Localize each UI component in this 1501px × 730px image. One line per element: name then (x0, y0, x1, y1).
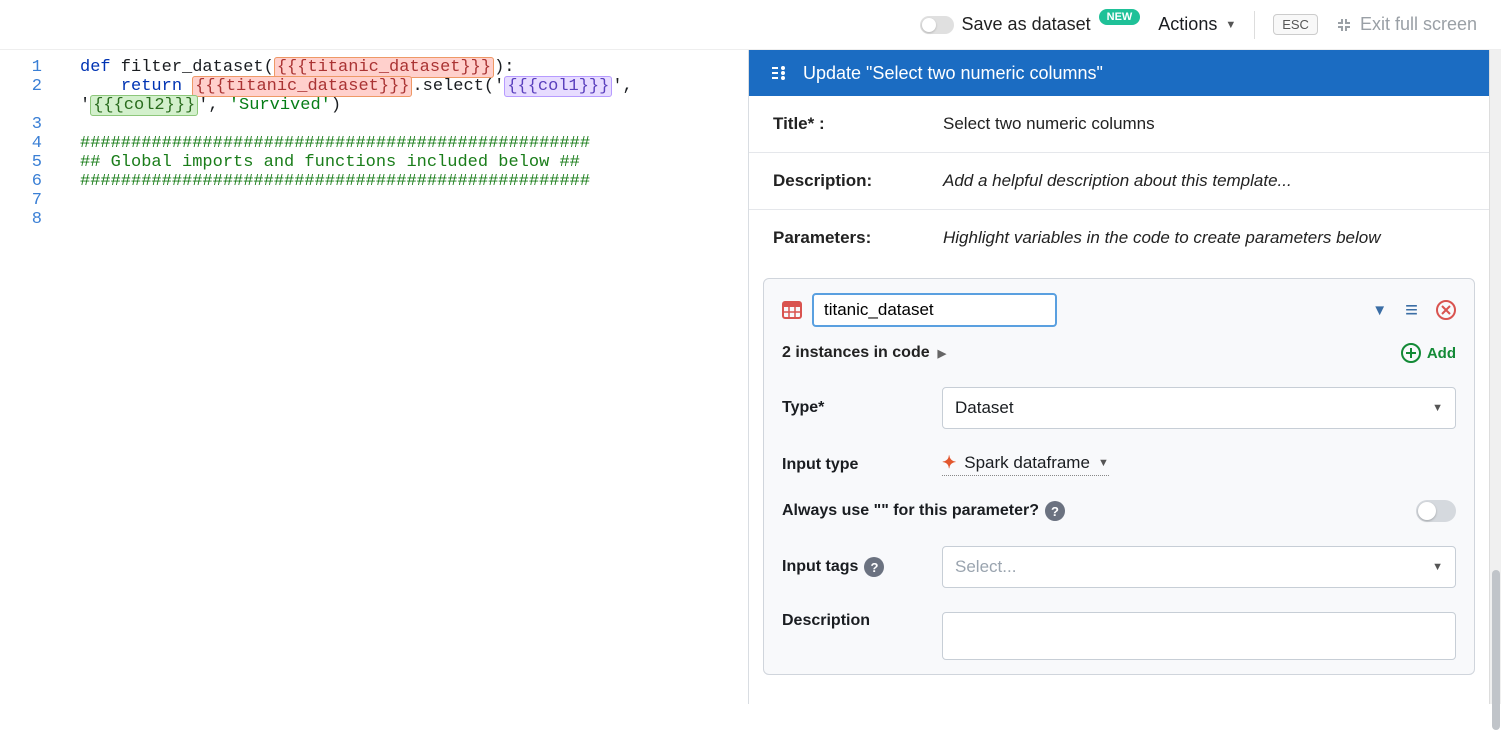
parameter-head: ▼ ≡ (782, 293, 1456, 327)
code-editor[interactable]: 1 def filter_dataset({{{titanic_dataset}… (0, 50, 748, 704)
exit-full-screen-button[interactable]: Exit full screen (1336, 14, 1477, 35)
title-row: Title* : Select two numeric columns (749, 96, 1489, 153)
template-icon (769, 63, 789, 83)
panel-header: Update "Select two numeric columns" (749, 50, 1489, 96)
chevron-down-icon: ▼ (1225, 19, 1236, 31)
parameters-label: Parameters: (773, 228, 943, 248)
line-number: 6 (0, 172, 60, 191)
input-tags-label: Input tags (782, 558, 858, 576)
save-as-dataset-toggle-group: Save as dataset NEW (920, 14, 1141, 35)
divider (1254, 11, 1255, 39)
chevron-right-icon: ▶ (938, 347, 946, 360)
add-parameter-button[interactable]: Add (1401, 343, 1456, 363)
chevron-down-icon[interactable]: ▼ (1372, 302, 1387, 319)
chevron-down-icon: ▼ (1098, 457, 1109, 469)
param-description-input[interactable] (942, 612, 1456, 660)
collapse-icon (1336, 17, 1352, 33)
type-row: Type* Dataset ▼ (782, 387, 1456, 429)
menu-icon[interactable]: ≡ (1405, 297, 1418, 323)
parameter-name-input[interactable] (812, 293, 1057, 327)
input-tags-placeholder: Select... (955, 557, 1016, 577)
parameter-card: ▼ ≡ 2 instances in code ▶ Add Type* (763, 278, 1475, 675)
new-badge: NEW (1099, 9, 1141, 25)
save-as-dataset-label: Save as dataset (962, 14, 1091, 35)
input-tags-select[interactable]: Select... ▼ (942, 546, 1456, 588)
code-comment: ## Global imports and functions included… (60, 153, 748, 172)
esc-key: ESC (1273, 14, 1318, 35)
code-comment: ########################################… (60, 172, 748, 191)
scrollbar-thumb[interactable] (1492, 570, 1500, 730)
line-number: 5 (0, 153, 60, 172)
type-select[interactable]: Dataset ▼ (942, 387, 1456, 429)
input-type-label: Input type (782, 456, 942, 474)
title-label: Title* : (773, 114, 943, 134)
param-token-titanic[interactable]: {{{titanic_dataset}}} (192, 76, 412, 97)
input-type-value: Spark dataframe (964, 453, 1090, 473)
line-number: 7 (0, 191, 60, 210)
type-value: Dataset (955, 398, 1014, 418)
parameters-hint: Highlight variables in the code to creat… (943, 228, 1465, 248)
description-label: Description: (773, 171, 943, 191)
panel-title: Update "Select two numeric columns" (803, 63, 1103, 84)
param-description-row: Description (782, 612, 1456, 660)
instances-row: 2 instances in code ▶ Add (782, 343, 1456, 363)
type-label: Type* (782, 399, 942, 417)
line-number: 8 (0, 210, 60, 229)
actions-dropdown[interactable]: Actions ▼ (1158, 14, 1236, 35)
help-icon[interactable]: ? (1045, 501, 1065, 521)
title-value[interactable]: Select two numeric columns (943, 114, 1465, 134)
spark-icon: ✦ (942, 453, 956, 473)
input-type-select[interactable]: ✦ Spark dataframe ▼ (942, 453, 1109, 476)
code-line: def filter_dataset({{{titanic_dataset}}}… (60, 58, 748, 77)
dataset-icon (782, 301, 802, 319)
param-description-label: Description (782, 612, 942, 630)
input-type-row: Input type ✦ Spark dataframe ▼ (782, 453, 1456, 476)
main: 1 def filter_dataset({{{titanic_dataset}… (0, 50, 1501, 704)
param-token-col2[interactable]: {{{col2}}} (90, 95, 198, 116)
line-number: 2 (0, 77, 60, 115)
template-panel: Update "Select two numeric columns" Titl… (748, 50, 1489, 704)
help-icon[interactable]: ? (864, 557, 884, 577)
save-as-dataset-toggle[interactable] (920, 16, 954, 34)
chevron-down-icon: ▼ (1432, 402, 1443, 414)
parameters-row: Parameters: Highlight variables in the c… (749, 210, 1489, 266)
remove-icon[interactable] (1436, 300, 1456, 320)
scrollbar-track[interactable] (1489, 50, 1501, 704)
param-token-titanic[interactable]: {{{titanic_dataset}}} (274, 57, 494, 78)
chevron-down-icon: ▼ (1432, 561, 1443, 573)
line-number: 1 (0, 58, 60, 77)
description-row: Description: Add a helpful description a… (749, 153, 1489, 210)
plus-circle-icon (1401, 343, 1421, 363)
always-use-quotes-toggle[interactable] (1416, 500, 1456, 522)
line-number: 4 (0, 134, 60, 153)
always-use-quotes-label: Always use "" for this parameter? (782, 502, 1039, 520)
always-use-quotes-row: Always use "" for this parameter? ? (782, 500, 1456, 522)
description-input[interactable]: Add a helpful description about this tem… (943, 171, 1465, 191)
input-tags-row: Input tags ? Select... ▼ (782, 546, 1456, 588)
line-number: 3 (0, 115, 60, 134)
topbar: Save as dataset NEW Actions ▼ ESC Exit f… (0, 0, 1501, 50)
code-line: return {{{titanic_dataset}}}.select('{{{… (60, 77, 748, 115)
code-comment: ########################################… (60, 134, 748, 153)
param-token-col1[interactable]: {{{col1}}} (504, 76, 612, 97)
actions-label: Actions (1158, 14, 1217, 35)
instances-count[interactable]: 2 instances in code ▶ (782, 344, 946, 362)
exit-full-screen-label: Exit full screen (1360, 14, 1477, 35)
